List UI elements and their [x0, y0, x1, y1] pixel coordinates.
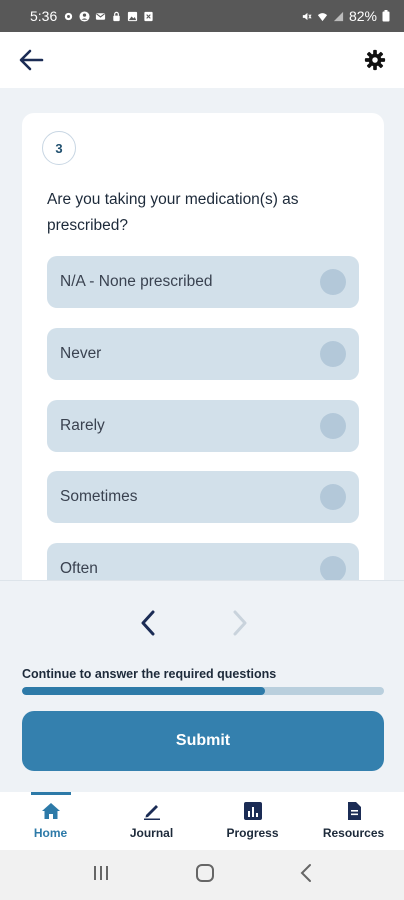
home-circle-icon — [195, 863, 214, 882]
option-often[interactable]: Often — [47, 543, 359, 580]
back-arrow-icon — [19, 49, 44, 71]
chevron-left-icon — [141, 610, 155, 636]
radio-circle[interactable] — [320, 413, 346, 439]
bottom-tab-bar: Home Journal Progress Resources — [0, 792, 404, 850]
lock-notification-icon — [113, 11, 120, 21]
option-label: Sometimes — [60, 488, 138, 505]
status-time: 5:36 — [30, 8, 58, 24]
option-label: N/A - None prescribed — [60, 273, 213, 290]
system-navigation-bar — [0, 850, 404, 900]
option-label: Often — [60, 560, 98, 577]
progress-bar-fill — [22, 687, 265, 695]
tab-label: Progress — [226, 826, 279, 840]
wifi-icon — [317, 12, 328, 21]
previous-question-button[interactable] — [128, 603, 168, 643]
question-footer: Continue to answer the required question… — [0, 580, 404, 792]
status-bar: 5:36 82% — [0, 0, 404, 32]
battery-icon — [382, 10, 390, 22]
system-back-button[interactable] — [299, 863, 313, 888]
tab-progress[interactable]: Progress — [202, 792, 303, 850]
option-never[interactable]: Never — [47, 328, 359, 380]
option-label: Rarely — [60, 417, 105, 434]
question-card: 3 Are you taking your medication(s) as p… — [22, 113, 384, 580]
battery-percent: 82% — [348, 8, 377, 24]
tab-resources[interactable]: Resources — [303, 792, 404, 850]
file-notification-icon — [144, 11, 153, 21]
option-label: Never — [60, 345, 102, 362]
image-notification-icon — [128, 11, 138, 21]
question-text: Are you taking your medication(s) as pre… — [47, 191, 299, 234]
tab-label: Resources — [322, 826, 385, 840]
top-app-bar — [0, 32, 404, 88]
tab-journal[interactable]: Journal — [101, 792, 202, 850]
document-icon — [347, 802, 361, 820]
mute-icon — [302, 12, 312, 20]
tab-label: Journal — [129, 826, 174, 840]
gear-icon — [364, 49, 386, 71]
chart-icon — [243, 802, 262, 820]
back-chevron-icon — [300, 863, 311, 882]
settings-notification-icon — [65, 12, 73, 20]
option-sometimes[interactable]: Sometimes — [47, 471, 359, 523]
progress-bar — [22, 687, 384, 695]
question-number-badge: 3 — [42, 131, 76, 165]
radio-circle[interactable] — [320, 269, 346, 295]
back-button[interactable] — [18, 48, 46, 72]
home-system-button[interactable] — [194, 862, 216, 889]
option-rarely[interactable]: Rarely — [47, 400, 359, 452]
progress-label: Continue to answer the required question… — [22, 667, 277, 681]
settings-button[interactable] — [364, 49, 386, 71]
question-scroll-area[interactable]: 3 Are you taking your medication(s) as p… — [0, 88, 404, 580]
tab-home[interactable]: Home — [0, 792, 101, 850]
radio-circle[interactable] — [320, 556, 346, 580]
radio-circle[interactable] — [320, 484, 346, 510]
submit-button[interactable]: Submit — [22, 711, 384, 771]
option-na-none-prescribed[interactable]: N/A - None prescribed — [47, 256, 359, 308]
tab-label: Home — [33, 826, 68, 840]
recent-apps-icon — [94, 865, 109, 880]
home-icon — [41, 803, 60, 819]
chevron-right-icon — [233, 610, 247, 636]
account-notification-icon — [79, 10, 90, 22]
question-navigation — [0, 603, 404, 643]
mail-notification-icon — [96, 12, 106, 20]
signal-icon — [333, 11, 344, 21]
recent-apps-button[interactable] — [91, 864, 111, 887]
radio-circle[interactable] — [320, 341, 346, 367]
pencil-icon — [143, 805, 160, 820]
next-question-button[interactable] — [220, 603, 260, 643]
